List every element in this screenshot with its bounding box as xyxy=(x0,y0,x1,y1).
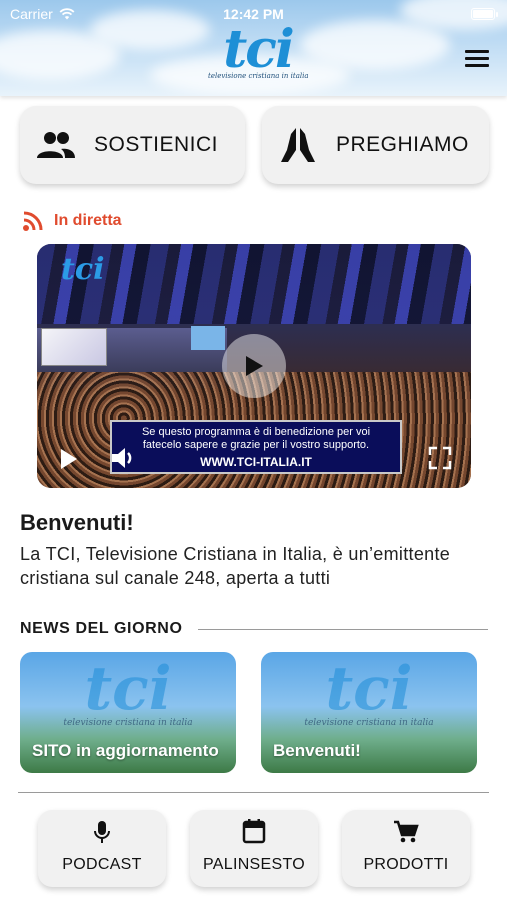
live-label: In diretta xyxy=(54,212,122,229)
news-card[interactable]: tci televisione cristiana in italia Benv… xyxy=(261,652,477,773)
video-frame-screen xyxy=(41,328,107,366)
sostienici-label: SOSTIENICI xyxy=(94,133,219,156)
calendar-icon xyxy=(190,810,318,844)
video-frame-screen-small xyxy=(191,326,225,350)
logo-subtitle: televisione cristiana in italia xyxy=(208,72,309,80)
volume-control[interactable] xyxy=(109,444,137,477)
news-card-title: Benvenuti! xyxy=(273,741,361,760)
news-heading-divider xyxy=(198,629,488,630)
video-support-banner: Se questo programma è di benedizione per… xyxy=(110,420,402,474)
banner-line-1: Se questo programma è di benedizione per… xyxy=(141,426,371,438)
video-play-control[interactable] xyxy=(59,448,79,475)
people-icon xyxy=(36,125,76,165)
palinsesto-label: PALINSESTO xyxy=(203,856,305,873)
prodotti-button[interactable]: PRODOTTI xyxy=(342,810,470,887)
play-button[interactable] xyxy=(222,334,286,398)
rss-feed-icon xyxy=(23,211,43,231)
microphone-icon xyxy=(38,810,166,844)
play-icon xyxy=(246,356,263,376)
shopping-cart-icon xyxy=(342,810,470,844)
news-heading: NEWS DEL GIORNO xyxy=(20,620,183,637)
prodotti-label: PRODOTTI xyxy=(363,856,449,873)
preghiamo-button[interactable]: PREGHIAMO xyxy=(262,106,489,184)
welcome-body: La TCI, Televisione Cristiana in Italia,… xyxy=(20,544,451,588)
volume-icon xyxy=(112,448,132,468)
fullscreen-icon xyxy=(428,446,452,470)
banner-url: WWW.TCI-ITALIA.IT xyxy=(200,455,312,469)
fullscreen-control[interactable] xyxy=(428,446,452,475)
sostienici-button[interactable]: SOSTIENICI xyxy=(20,106,245,184)
small-play-icon xyxy=(61,449,77,469)
banner-line-2: fatecelo sapere e grazie per il vostro s… xyxy=(142,439,370,451)
video-watermark-logo: tci xyxy=(61,252,105,287)
live-indicator[interactable]: In diretta xyxy=(22,210,122,232)
section-divider xyxy=(18,792,489,793)
palinsesto-button[interactable]: PALINSESTO xyxy=(190,810,318,887)
news-card[interactable]: tci televisione cristiana in italia SITO… xyxy=(20,652,236,773)
preghiamo-label: PREGHIAMO xyxy=(336,133,469,156)
news-card-logo: tci xyxy=(325,654,413,724)
battery-icon xyxy=(471,8,498,20)
live-video-player[interactable]: tci Se questo programma è di benedizione… xyxy=(37,244,471,488)
praying-hands-icon xyxy=(278,125,318,165)
news-card-logo: tci xyxy=(84,654,172,724)
hamburger-menu-icon[interactable] xyxy=(465,50,489,68)
podcast-label: PODCAST xyxy=(62,856,142,873)
app-header: Carrier 12:42 PM tci televisione cristia… xyxy=(0,0,507,96)
logo-text: tci xyxy=(223,19,294,80)
news-card-logo-subtitle: televisione cristiana in italia xyxy=(304,718,434,728)
news-card-logo-subtitle: televisione cristiana in italia xyxy=(63,718,193,728)
welcome-title: Benvenuti! xyxy=(20,510,134,535)
tci-logo: tci televisione cristiana in italia xyxy=(208,19,309,81)
news-card-title: SITO in aggiornamento xyxy=(32,741,219,760)
podcast-button[interactable]: PODCAST xyxy=(38,810,166,887)
